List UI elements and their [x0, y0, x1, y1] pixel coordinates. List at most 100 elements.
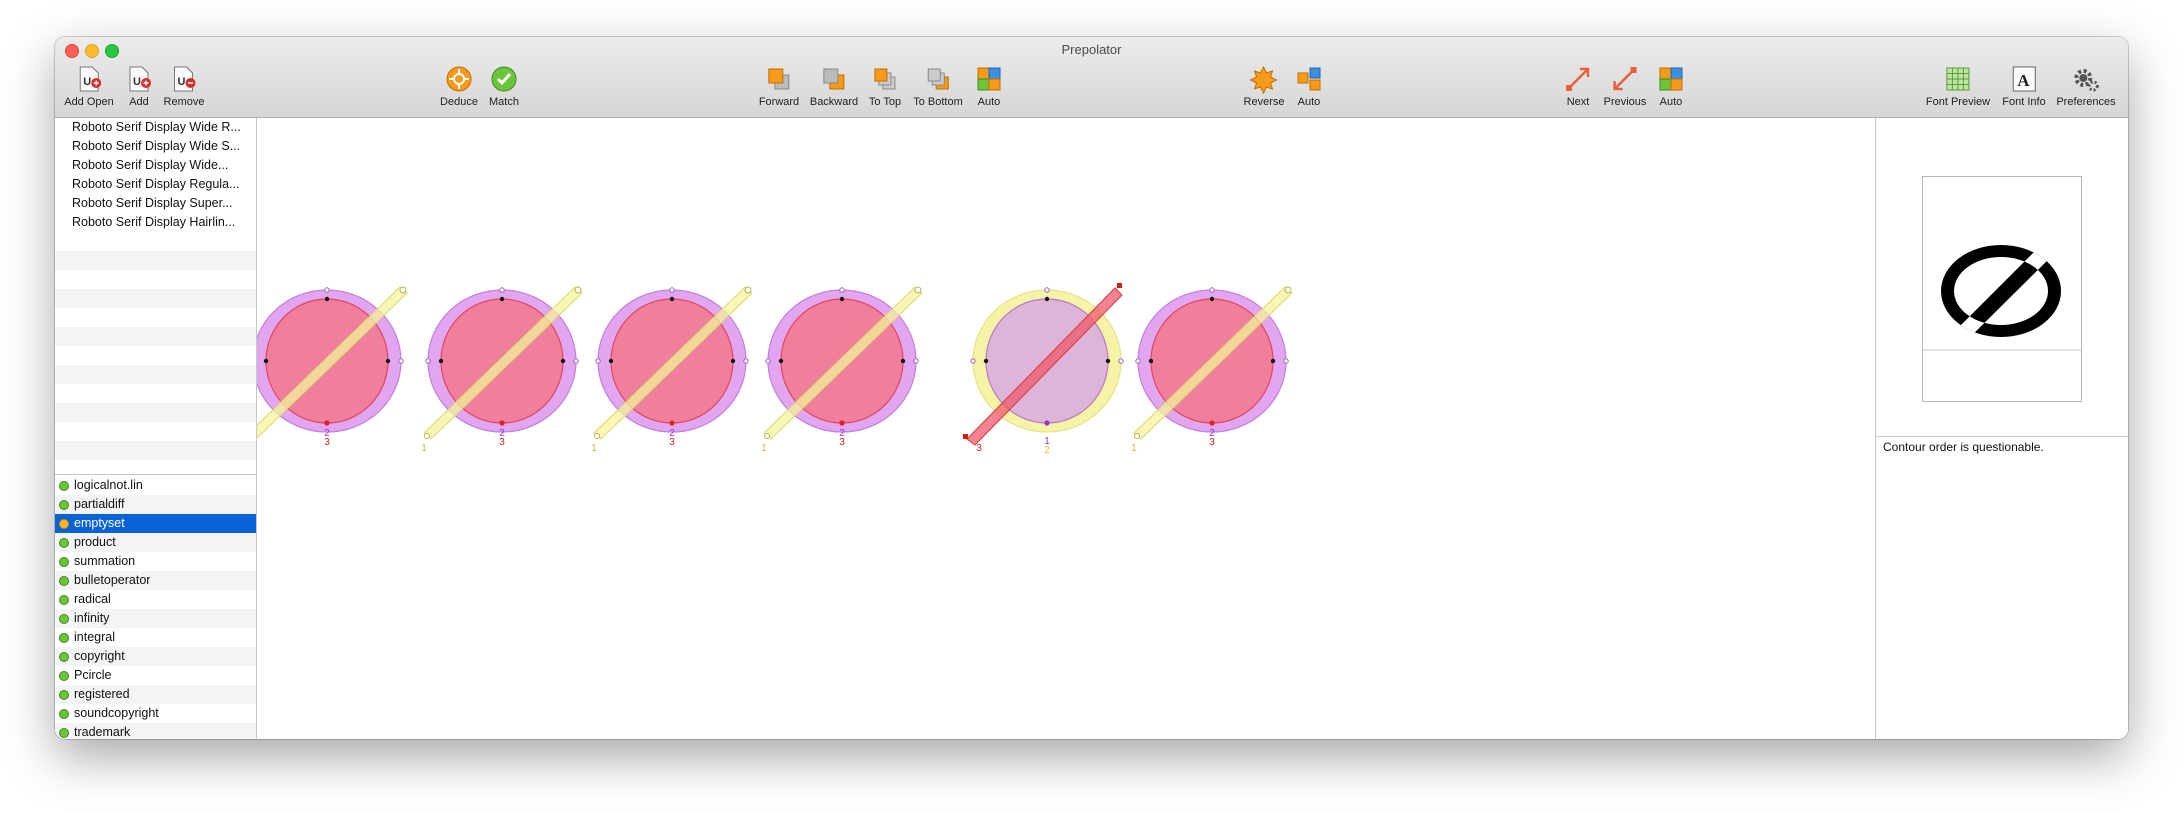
disc-order-label: 3 [324, 437, 330, 448]
slash-point [574, 286, 582, 294]
glyph-list: logicalnot.lin partialdiff emptyset prod… [55, 476, 256, 739]
font-list-item[interactable]: Roboto Serif Display Super... [55, 194, 256, 213]
deduce-icon [446, 66, 472, 92]
glyph-canvas[interactable]: 231231231231123231 [246, 118, 1874, 739]
auto-direction-label: Auto [1297, 96, 1321, 108]
glyph-name: soundcopyright [74, 706, 159, 720]
glyph-name: summation [74, 554, 136, 568]
font-list-item[interactable]: Roboto Serif Display Regula... [55, 175, 256, 194]
auto-order-button[interactable]: Auto [974, 64, 1004, 108]
glyph-list-item[interactable]: product [55, 533, 256, 552]
font-list-item[interactable]: Roboto Serif Display Wide S... [55, 137, 256, 156]
status-ok-icon [59, 500, 69, 510]
to-top-label: To Top [868, 96, 902, 108]
auto-order-icon [977, 67, 1001, 91]
status-ok-icon [59, 728, 69, 738]
backward-button[interactable]: Backward [810, 64, 858, 108]
empty-row [55, 346, 256, 365]
to-top-button[interactable]: To Top [869, 64, 901, 108]
previous-button[interactable]: Previous [1603, 64, 1647, 108]
send-to-bottom-icon [927, 68, 949, 90]
preferences-button[interactable]: Preferences [2056, 64, 2116, 108]
to-bottom-button[interactable]: To Bottom [913, 64, 963, 108]
add-open-label: Add Open [64, 96, 114, 108]
forward-button[interactable]: Forward [759, 64, 799, 108]
start-point [499, 420, 505, 426]
glyph-list-item[interactable]: Pcircle [55, 666, 256, 685]
add-open-button[interactable]: U Add Open [64, 64, 114, 108]
glyph-list-item[interactable]: bulletoperator [55, 571, 256, 590]
next-label: Next [1566, 96, 1590, 108]
empty-row [55, 403, 256, 422]
status-ok-icon [59, 614, 69, 624]
glyph-name: trademark [74, 725, 131, 739]
empty-row [55, 441, 256, 460]
reverse-button[interactable]: Reverse [1243, 64, 1285, 108]
font-preview-grid-icon [1946, 67, 1970, 91]
right-sidebar: Contour order is questionable. [1875, 118, 2128, 739]
on-curve-point [1148, 358, 1154, 364]
preferences-label: Preferences [2056, 96, 2116, 108]
slash-point [744, 286, 752, 294]
next-button[interactable]: Next [1563, 64, 1593, 108]
reverse-label: Reverse [1243, 96, 1285, 108]
previous-label: Previous [1603, 96, 1647, 108]
auto-start-button[interactable]: Auto [1656, 64, 1686, 108]
glyph-list-item[interactable]: logicalnot.lin [55, 476, 256, 495]
status-ok-icon [59, 633, 69, 643]
on-curve-point [560, 358, 566, 364]
font-list-item[interactable]: Roboto Serif Display Wide... [55, 156, 256, 175]
empty-row [55, 232, 256, 251]
on-curve-point [1105, 358, 1111, 364]
slash-order-label: 1 [591, 443, 597, 454]
glyph-list-item[interactable]: trademark [55, 723, 256, 739]
start-point [669, 420, 675, 426]
glyph-list-item[interactable]: registered [55, 685, 256, 704]
auto-direction-button[interactable]: Auto [1294, 64, 1324, 108]
ring-point [1044, 287, 1050, 293]
auto-direction-icon [1297, 67, 1321, 91]
svg-text:U: U [83, 76, 91, 88]
add-button[interactable]: U Add [124, 64, 154, 108]
glyph-name: infinity [74, 611, 110, 625]
ring-point [970, 358, 976, 364]
deduce-button[interactable]: Deduce [440, 64, 478, 108]
glyph-list-item[interactable]: copyright [55, 647, 256, 666]
status-ok-icon [59, 538, 69, 548]
remove-button[interactable]: U Remove [164, 64, 204, 108]
to-bottom-label: To Bottom [913, 96, 963, 108]
add-label: Add [129, 96, 149, 108]
empty-row [55, 327, 256, 346]
start-point [1044, 420, 1050, 426]
font-preview-button[interactable]: Font Preview [1926, 64, 1990, 108]
glyph-list-item[interactable]: integral [55, 628, 256, 647]
slash-point [1284, 286, 1292, 294]
ring-point [669, 287, 675, 293]
bring-to-top-icon [874, 68, 896, 90]
ring-point [425, 358, 431, 364]
forward-label: Forward [758, 96, 800, 108]
glyph-list-item[interactable]: summation [55, 552, 256, 571]
font-list-item[interactable]: Roboto Serif Display Wide R... [55, 118, 256, 137]
glyph-list-item[interactable]: radical [55, 590, 256, 609]
glyph-list-item-selected[interactable]: emptyset [55, 514, 256, 533]
ring-point [839, 287, 845, 293]
send-backward-icon [823, 68, 845, 90]
font-list-item[interactable]: Roboto Serif Display Hairlin... [55, 213, 256, 232]
match-button[interactable]: Match [489, 64, 519, 108]
empty-row [55, 270, 256, 289]
svg-text:A: A [2017, 71, 2030, 90]
status-ok-icon [59, 671, 69, 681]
glyph-name: integral [74, 630, 115, 644]
glyph-list-item[interactable]: partialdiff [55, 495, 256, 514]
font-info-button[interactable]: A Font Info [2002, 64, 2046, 108]
glyph-list-item[interactable]: infinity [55, 609, 256, 628]
prepolator-window: Prepolator U Add Open U Add U Remove Ded… [55, 37, 2128, 739]
glyph-list-item[interactable]: soundcopyright [55, 704, 256, 723]
emptyset-preview-glyph [1923, 245, 2081, 351]
on-curve-point [263, 358, 269, 364]
start-point [324, 420, 330, 426]
on-curve-point [669, 296, 675, 302]
on-curve-point [438, 358, 444, 364]
font-list: Roboto Serif Display Wide R... Roboto Se… [55, 118, 256, 475]
